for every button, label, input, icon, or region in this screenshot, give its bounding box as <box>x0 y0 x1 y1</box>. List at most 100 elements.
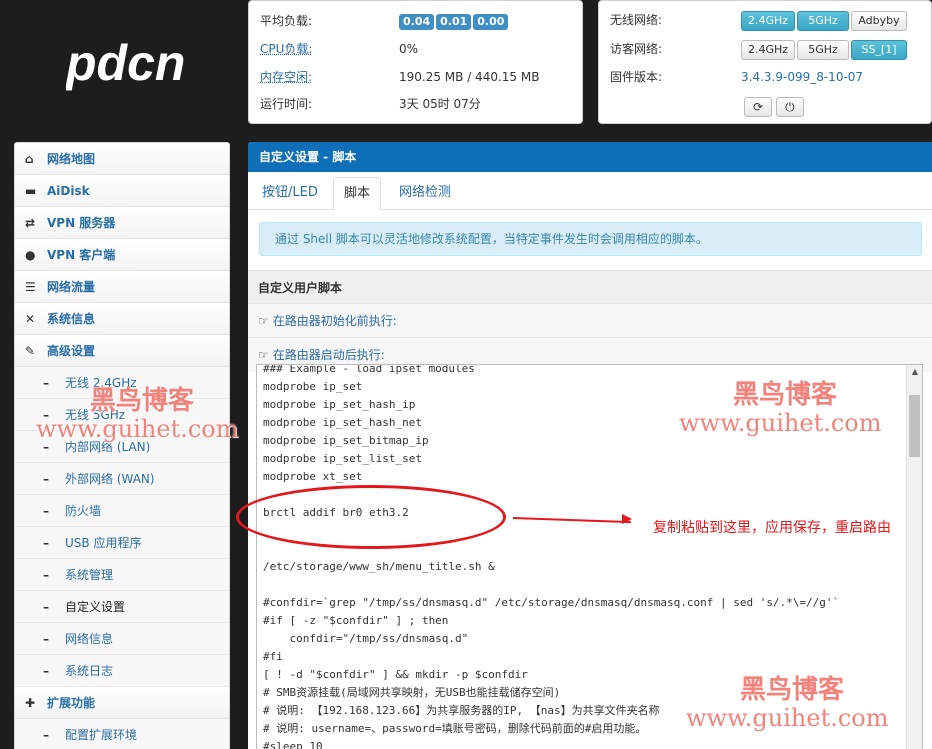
refresh-button[interactable]: ⟳ <box>744 96 772 117</box>
sidebar-sub-label: USB 应用程序 <box>65 536 142 550</box>
power-icon: ⏻ <box>785 99 795 114</box>
script-line: #fi <box>263 650 283 663</box>
script-line: confdir="/tmp/ss/dnsmasq.d" <box>263 632 469 645</box>
editor-scrollbar[interactable]: ▲ <box>906 365 922 749</box>
sidebar-sub-ext-config[interactable]: – 配置扩展环境 <box>15 719 229 749</box>
random-icon: ✕ <box>25 312 36 326</box>
scroll-up-icon[interactable]: ▲ <box>907 367 922 376</box>
svg-text:pdcn: pdcn <box>66 35 185 91</box>
disk-icon: ▬ <box>25 184 37 198</box>
globe-icon: ● <box>25 248 36 262</box>
scroll-thumb[interactable] <box>909 395 920 457</box>
logo: pdcn <box>66 35 185 91</box>
memory-label-link[interactable]: 内存空闲: <box>260 67 312 87</box>
main-panel: 自定义设置 - 脚本 按钮/LED 脚本 网络检测 通过 Shell 脚本可以灵… <box>248 142 932 749</box>
guest-5ghz-button[interactable]: 5GHz <box>797 39 849 60</box>
panel-title: 自定义设置 - 脚本 <box>248 142 932 172</box>
sidebar-sub-label: 系统日志 <box>65 664 114 678</box>
script-line: #confdir=`grep "/tmp/ss/dnsmasq.d" /etc/… <box>263 596 840 609</box>
refresh-icon: ⟳ <box>752 99 764 114</box>
tab-network-check[interactable]: 网络检测 <box>389 177 461 211</box>
info-alert: 通过 Shell 脚本可以灵活地修改系统配置，当特定事件发生时会调用相应的脚本。 <box>259 222 922 256</box>
firmware-label: 固件版本: <box>610 70 663 84</box>
load-badge: 0.00 <box>473 13 509 30</box>
uptime-value: 3天 05时 07分 <box>399 97 481 111</box>
system-status-card: 平均负载: 0.04 0.01 0.00 CPU负载: 0% 内存空闲: 190.2… <box>248 0 583 124</box>
annotation-text: 复制粘贴到这里，应用保存，重启路由 <box>653 520 891 536</box>
cpu-value: 0% <box>399 42 419 56</box>
sidebar-item-network-map[interactable]: ⌂ 网络地图 <box>15 143 229 175</box>
guest-24ghz-button[interactable]: 2.4GHz <box>741 39 795 60</box>
sidebar-sub-label: 防火墙 <box>65 504 102 518</box>
sidebar-sub-label: 系统管理 <box>65 568 114 582</box>
script-line: modprobe xt_set <box>263 470 363 483</box>
sidebar-item-vpn-client[interactable]: ● VPN 客户端 <box>15 239 229 271</box>
script-line: modprobe ip_set_list_set <box>263 452 422 465</box>
firmware-version-link[interactable]: 3.4.3.9-099_8-10-07 <box>741 67 863 87</box>
sidebar-sub-firewall[interactable]: – 防火墙 <box>15 495 229 527</box>
sidebar-sub-netinfo[interactable]: – 网络信息 <box>15 623 229 655</box>
guest-label: 访客网络: <box>610 42 663 56</box>
tab-scripts[interactable]: 脚本 <box>333 177 382 211</box>
sidebar-item-extensions[interactable]: ✚ 扩展功能 <box>15 687 229 719</box>
annotation-arrow-icon <box>622 514 632 524</box>
wireless-status-card: 无线网络: 2.4GHz 5GHz Adbyby 访客网络: 2.4GHz 5GHz S… <box>598 0 932 124</box>
home-icon: ⌂ <box>25 152 34 166</box>
uptime-label: 运行时间: <box>260 97 313 111</box>
sidebar-sub-label: 网络信息 <box>65 632 114 646</box>
sidebar-nav: ⌂ 网络地图 ▬ AiDisk ⇄ VPN 服务器 ● VPN 客户端 ☰ 网络流量 ✕ 系… <box>14 142 230 749</box>
wifi-5ghz-button[interactable]: 5GHz <box>797 10 849 31</box>
script-line: #sleep 10 <box>263 740 323 749</box>
memory-value: 190.25 MB / 440.15 MB <box>399 70 540 84</box>
exec-before-init-row[interactable]: ☞ 在路由器初始化前执行: <box>248 304 932 338</box>
sidebar-item-traffic[interactable]: ☰ 网络流量 <box>15 271 229 303</box>
script-line <box>263 576 903 594</box>
watermark-en: www.guihet.com <box>36 415 239 443</box>
sidebar-sub-syslog[interactable]: – 系统日志 <box>15 655 229 687</box>
tab-bar: 按钮/LED 脚本 网络检测 <box>248 172 932 211</box>
sidebar-item-label: 系统信息 <box>47 312 96 326</box>
sidebar-sub-usb[interactable]: – USB 应用程序 <box>15 527 229 559</box>
cpu-label-link[interactable]: CPU负载: <box>260 39 312 59</box>
power-button[interactable]: ⏻ <box>775 96 804 117</box>
sidebar-item-label: 网络地图 <box>47 152 96 166</box>
retweet-icon: ⇄ <box>25 216 36 230</box>
watermark-en: www.guihet.com <box>679 409 882 437</box>
exec-before-init-link[interactable]: 在路由器初始化前执行: <box>273 314 397 328</box>
sidebar-sub-label: 配置扩展环境 <box>65 728 138 742</box>
sidebar-item-vpn-server[interactable]: ⇄ VPN 服务器 <box>15 207 229 239</box>
sidebar-item-label: AiDisk <box>47 184 90 198</box>
sidebar-sub-custom[interactable]: – 自定义设置 <box>15 591 229 623</box>
exec-after-start-link[interactable]: 在路由器启动后执行: <box>273 348 385 362</box>
list-icon: ☰ <box>25 280 36 294</box>
hand-right-icon: ☞ <box>258 348 269 362</box>
watermark-cn: 黑鸟博客 <box>733 380 838 410</box>
wifi-24ghz-button[interactable]: 2.4GHz <box>741 10 795 31</box>
watermark-en: www.guihet.com <box>686 704 889 732</box>
tab-buttons-led[interactable]: 按钮/LED <box>252 177 328 211</box>
ss-button[interactable]: SS_[1] <box>851 39 907 60</box>
sidebar-sub-wan[interactable]: – 外部网络 (WAN) <box>15 463 229 495</box>
hand-right-icon: ☞ <box>258 314 269 328</box>
sidebar-item-label: 高级设置 <box>47 344 96 358</box>
script-line: #if [ -z "$confdir" ] ; then <box>263 614 449 627</box>
sidebar-item-system-info[interactable]: ✕ 系统信息 <box>15 303 229 335</box>
sidebar-sub-label: 自定义设置 <box>65 600 126 614</box>
plus-icon: ✚ <box>25 696 36 710</box>
sidebar-item-label: 网络流量 <box>47 280 96 294</box>
wrench-icon: ✎ <box>25 344 36 358</box>
sidebar-sub-label: 外部网络 (WAN) <box>65 472 155 486</box>
sidebar-item-aidisk[interactable]: ▬ AiDisk <box>15 175 229 207</box>
sidebar-item-advanced[interactable]: ✎ 高级设置 <box>15 335 229 367</box>
section-title: 自定义用户脚本 <box>248 270 932 304</box>
load-values: 0.04 0.01 0.00 <box>399 11 510 31</box>
load-label: 平均负载: <box>260 14 313 28</box>
wifi-label: 无线网络: <box>610 13 663 27</box>
sidebar-item-label: VPN 服务器 <box>47 216 116 230</box>
highlight-ellipse <box>236 485 506 549</box>
watermark-cn: 黑鸟博客 <box>740 675 845 705</box>
adbyby-button[interactable]: Adbyby <box>851 10 907 31</box>
load-badge: 0.01 <box>436 13 472 30</box>
sidebar-sub-admin[interactable]: – 系统管理 <box>15 559 229 591</box>
script-line: /etc/storage/www_sh/menu_title.sh & <box>263 560 495 573</box>
